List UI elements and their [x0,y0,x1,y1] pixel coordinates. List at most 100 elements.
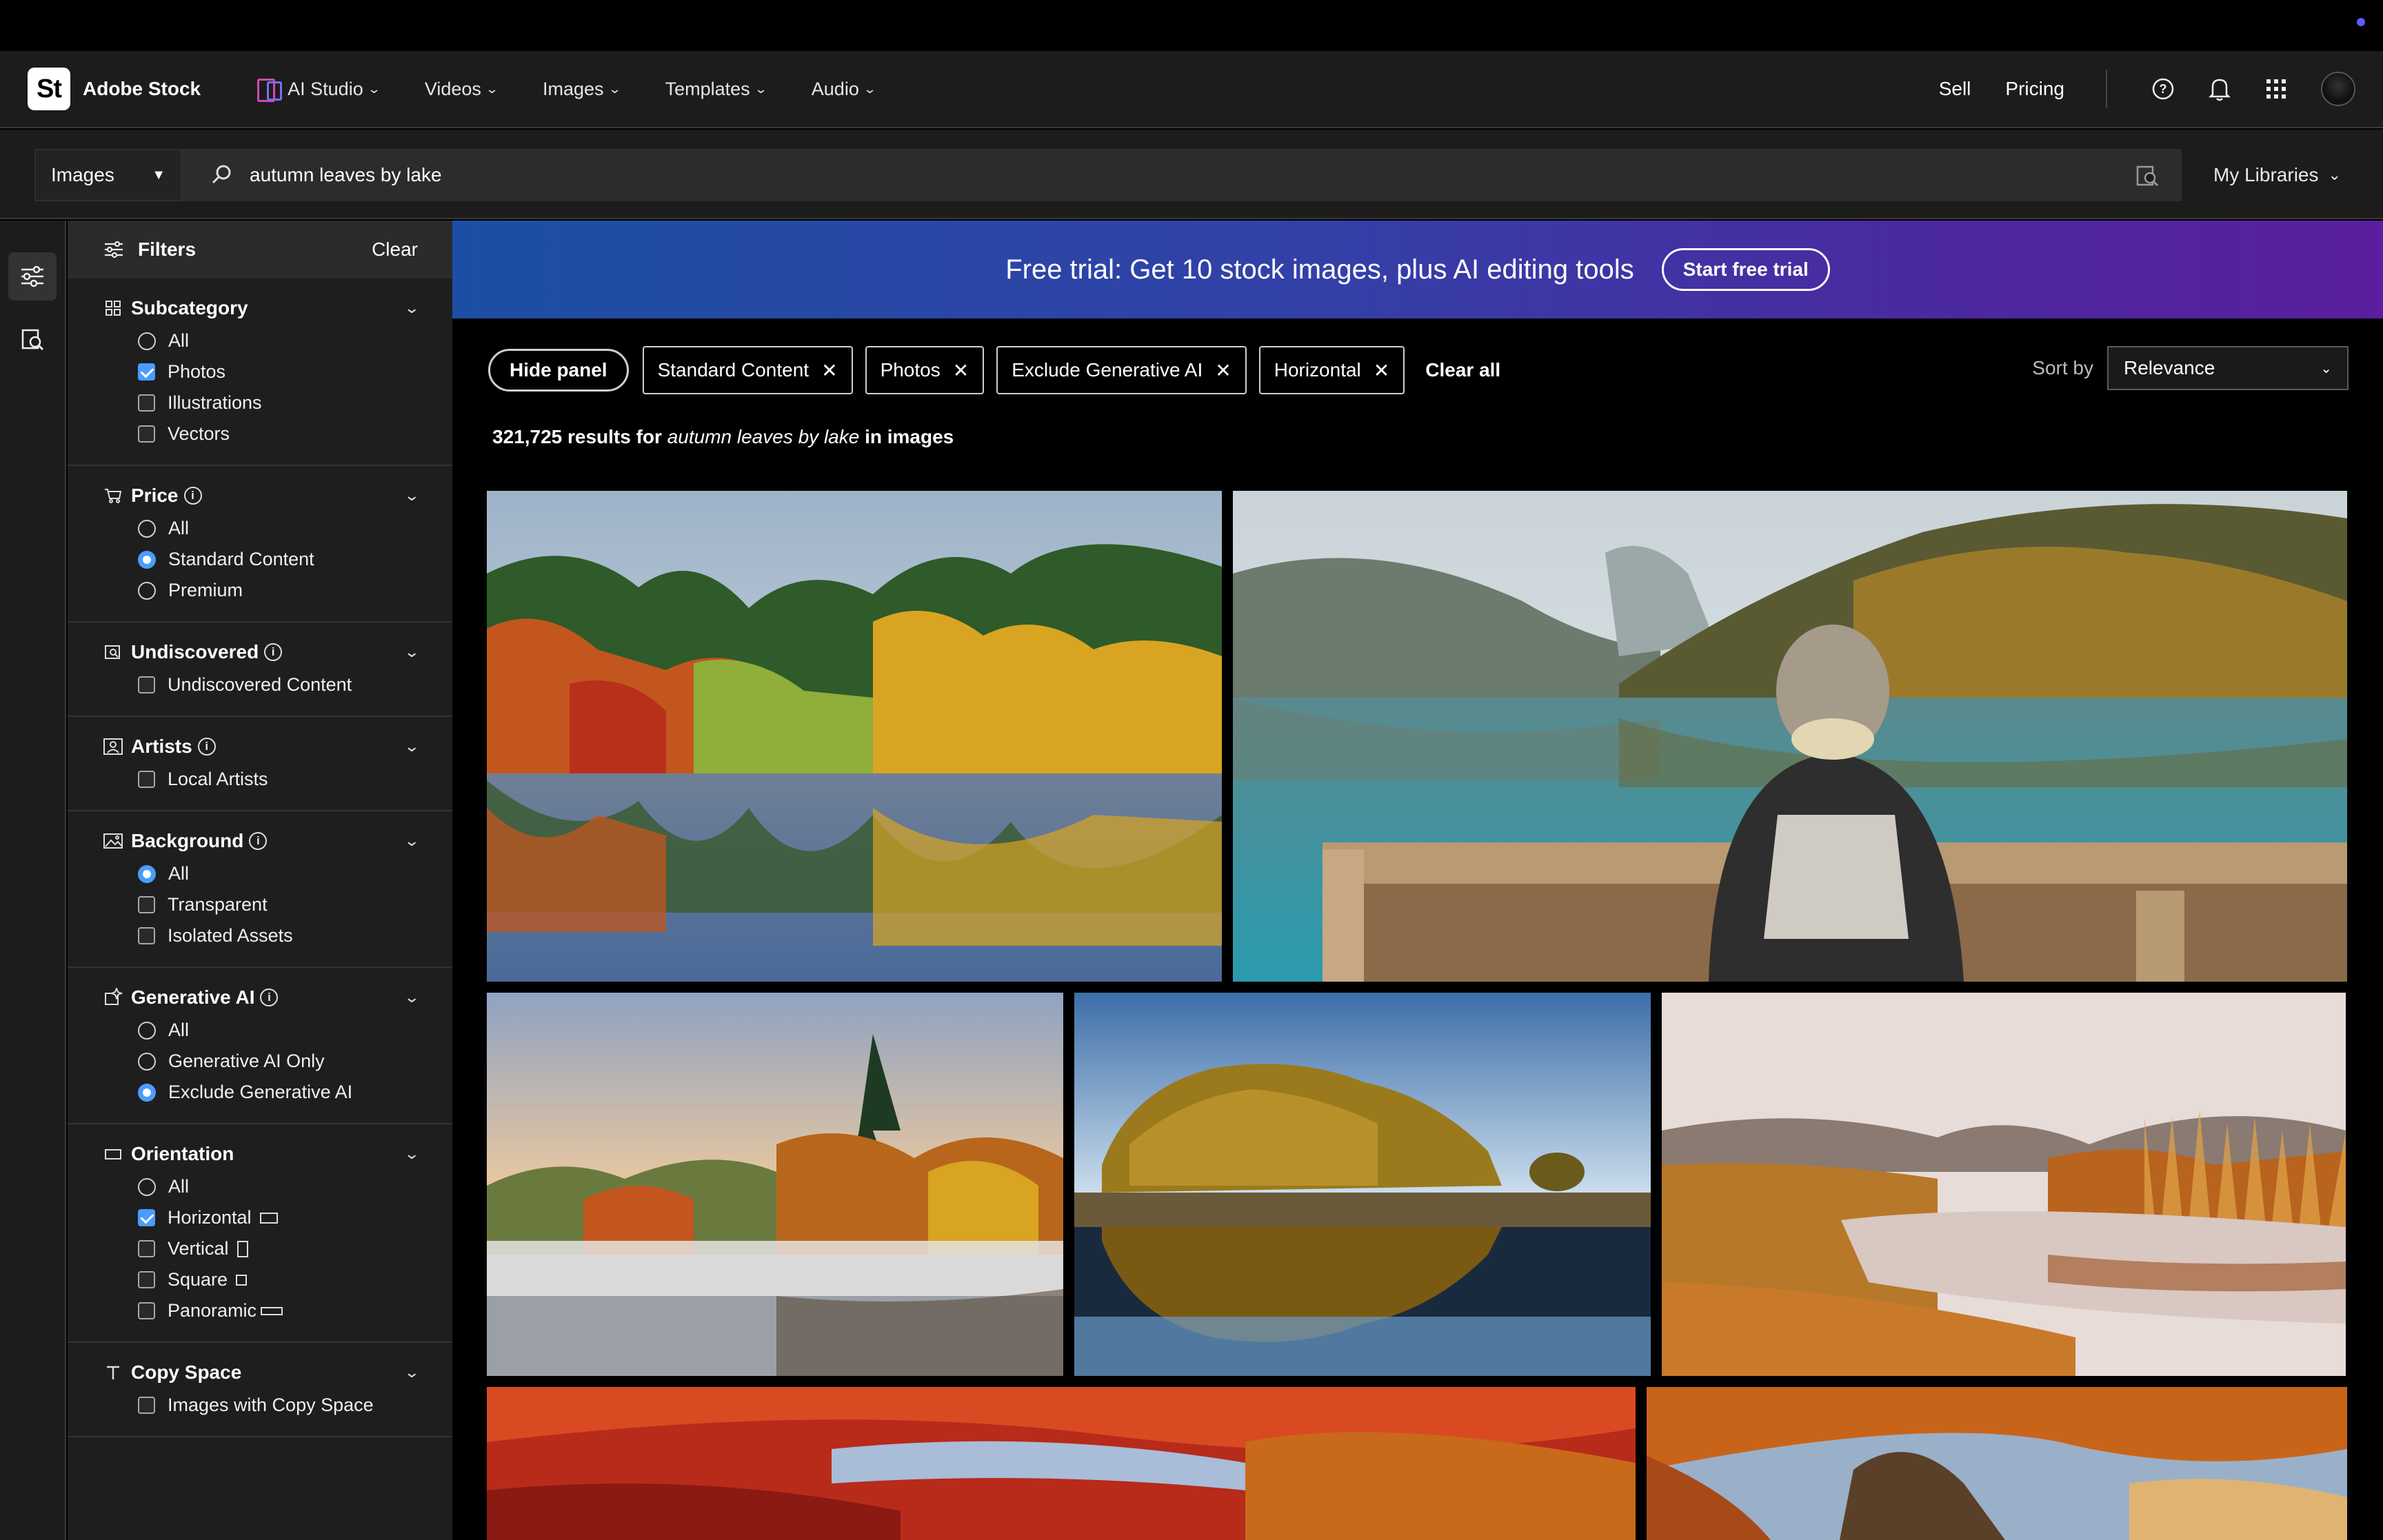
filter-header[interactable]: Undiscovered i ⌄ [103,635,420,669]
my-libraries-dropdown[interactable]: My Libraries ⌄ [2213,149,2341,201]
stock-logo[interactable]: St [28,68,70,110]
radio[interactable] [138,581,156,600]
info-icon[interactable]: i [249,832,268,850]
checkbox[interactable] [138,1397,155,1414]
result-image[interactable] [487,993,1063,1376]
clear-filters-button[interactable]: Clear [372,239,418,261]
checkbox[interactable] [138,927,155,944]
checkbox-checked[interactable] [138,363,155,381]
option-horizontal[interactable]: Horizontal [138,1202,418,1233]
search-input[interactable] [250,164,2042,186]
filter-header[interactable]: Copy Space ⌄ [103,1355,420,1390]
radio[interactable] [138,1021,156,1040]
info-icon[interactable]: i [183,487,202,505]
brand-name[interactable]: Adobe Stock [83,78,201,100]
filter-header[interactable]: Price i ⌄ [103,478,420,513]
asset-type-dropdown[interactable]: Images ▼ [34,149,182,201]
filter-header[interactable]: Orientation ⌄ [103,1137,420,1171]
checkbox[interactable] [138,394,155,412]
checkbox[interactable] [138,1240,155,1257]
sort-dropdown[interactable]: Relevance ⌄ [2107,346,2349,390]
option-illustrations[interactable]: Illustrations [138,387,418,418]
checkbox[interactable] [138,896,155,913]
sell-link[interactable]: Sell [1939,78,1971,100]
option-transparent[interactable]: Transparent [138,889,418,920]
radio-selected[interactable] [138,550,156,569]
results-query: autumn leaves by lake [667,426,860,447]
start-free-trial-button[interactable]: Start free trial [1661,248,1830,291]
radio[interactable] [138,332,156,350]
checkbox[interactable] [138,771,155,788]
visual-search-icon[interactable] [2133,161,2161,189]
nav-templates[interactable]: Templates ⌄ [665,79,767,100]
close-icon[interactable]: ✕ [821,359,837,382]
bell-icon[interactable] [2205,74,2234,103]
filter-chip-exclude-generative-ai[interactable]: Exclude Generative AI ✕ [996,346,1247,394]
avatar[interactable] [2321,72,2355,106]
option-vertical[interactable]: Vertical [138,1233,418,1264]
option-vectors[interactable]: Vectors [138,418,418,449]
nav-ai-studio[interactable]: AI Studio ⌄ [256,77,381,102]
option-generative-ai-only[interactable]: Generative AI Only [138,1046,418,1077]
nav-audio[interactable]: Audio ⌄ [812,79,876,100]
chip-label: Photos [880,359,941,381]
clear-all-button[interactable]: Clear all [1425,359,1500,381]
nav-images[interactable]: Images ⌄ [543,79,621,100]
close-icon[interactable]: ✕ [1374,359,1389,382]
info-icon[interactable]: i [264,643,283,661]
option-all[interactable]: All [138,325,418,356]
info-icon[interactable]: i [260,989,279,1006]
radio[interactable] [138,1052,156,1071]
option-standard-content[interactable]: Standard Content [138,544,418,575]
option-all[interactable]: All [138,513,418,544]
option-panoramic[interactable]: Panoramic [138,1295,418,1326]
result-image[interactable] [487,491,1222,982]
visual-search-rail-icon[interactable] [8,316,57,364]
option-label: All [168,1176,190,1197]
checkbox-checked[interactable] [138,1209,155,1226]
result-image[interactable] [487,1387,1636,1540]
result-image[interactable] [1233,491,2347,982]
image-icon [103,831,123,851]
option-isolated-assets[interactable]: Isolated Assets [138,920,418,951]
result-image[interactable] [1074,993,1651,1376]
filters-toggle-icon[interactable] [8,252,57,301]
filter-chip-horizontal[interactable]: Horizontal ✕ [1258,346,1405,394]
option-local-artists[interactable]: Local Artists [138,764,418,795]
radio[interactable] [138,519,156,538]
option-all[interactable]: All [138,1015,418,1046]
radio-selected[interactable] [138,1083,156,1102]
close-icon[interactable]: ✕ [1215,359,1231,382]
radio[interactable] [138,1177,156,1196]
radio-selected[interactable] [138,864,156,883]
apps-grid-icon[interactable] [2262,74,2291,103]
filter-chip-photos[interactable]: Photos ✕ [865,346,985,394]
nav-videos[interactable]: Videos ⌄ [425,79,499,100]
option-photos[interactable]: Photos [138,356,418,387]
result-image[interactable] [1647,1387,2347,1540]
checkbox[interactable] [138,425,155,443]
help-icon[interactable]: ? [2149,74,2178,103]
hide-panel-button[interactable]: Hide panel [488,349,629,392]
option-all[interactable]: All [138,1171,418,1202]
filter-header[interactable]: Generative AI i ⌄ [103,980,420,1015]
option-square[interactable]: Square [138,1264,418,1295]
filters-title: Filters [138,239,197,260]
option-premium[interactable]: Premium [138,575,418,606]
filter-chip-standard-content[interactable]: Standard Content ✕ [642,346,853,394]
option-undiscovered-content[interactable]: Undiscovered Content [138,669,418,700]
pricing-link[interactable]: Pricing [2005,78,2064,100]
filter-header[interactable]: Subcategory ⌄ [103,291,420,325]
checkbox[interactable] [138,1271,155,1288]
option-exclude-generative-ai[interactable]: Exclude Generative AI [138,1077,418,1108]
filter-header[interactable]: Artists i ⌄ [103,729,420,764]
filter-header[interactable]: Background i ⌄ [103,824,420,858]
checkbox[interactable] [138,1302,155,1319]
result-image[interactable] [1662,993,2346,1376]
artist-icon [103,737,123,756]
info-icon[interactable]: i [197,738,216,756]
checkbox[interactable] [138,676,155,693]
close-icon[interactable]: ✕ [953,359,969,382]
option-images-with-copy-space[interactable]: Images with Copy Space [138,1390,418,1421]
option-all[interactable]: All [138,858,418,889]
